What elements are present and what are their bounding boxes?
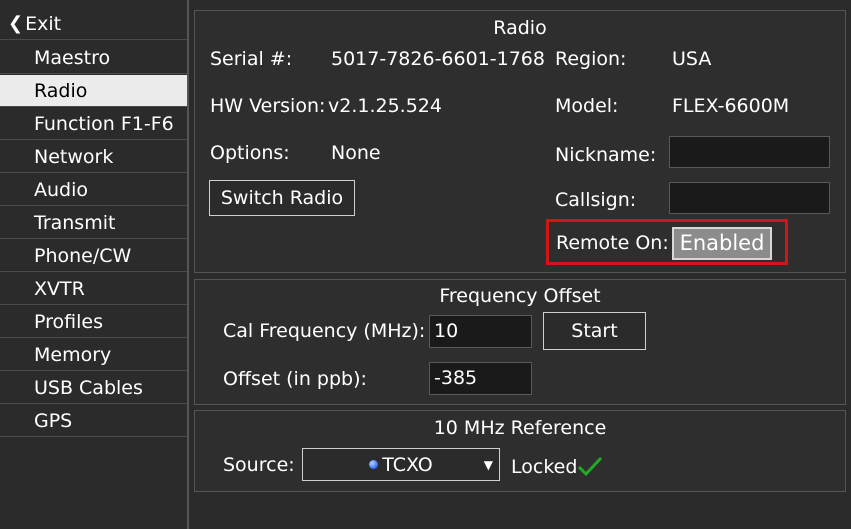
sidebar-item-xvtr[interactable]: XVTR [0,273,187,305]
hw-version-value: v2.1.25.524 [328,95,442,117]
settings-sidebar: ❮ Exit Maestro Radio Function F1-F6 Netw… [0,0,189,529]
remote-enabled-button[interactable]: Enabled [672,227,772,260]
dropdown-arrow-icon: ▼ [483,458,493,472]
radio-panel-title: Radio [493,17,547,39]
options-label: Options: [210,142,290,164]
serial-value: 5017-7826-6601-1768 [331,48,545,70]
cal-frequency-label: Cal Frequency (MHz): [223,320,426,342]
frequency-offset-title: Frequency Offset [439,285,601,307]
sidebar-item-maestro[interactable]: Maestro [0,42,187,74]
sidebar-item-audio[interactable]: Audio [0,174,187,206]
hw-version-label: HW Version: [210,95,326,117]
exit-label: Exit [25,12,62,35]
sidebar-item-profiles[interactable]: Profiles [0,306,187,338]
callsign-label: Callsign: [555,189,637,211]
callsign-field[interactable] [669,182,830,214]
chevron-left-icon: ❮ [8,13,24,34]
sidebar-item-phone-cw[interactable]: Phone/CW [0,240,187,272]
region-label: Region: [555,48,627,70]
nickname-field[interactable] [669,136,830,168]
locked-status: Locked [511,456,578,478]
reference-panel: 10 MHz Reference [194,410,846,492]
cal-frequency-field[interactable]: 10 [429,315,532,348]
serial-label: Serial #: [210,48,293,70]
remote-on-label: Remote On: [556,232,669,254]
offset-field: -385 [429,362,532,395]
sidebar-item-function[interactable]: Function F1-F6 [0,108,187,140]
options-value: None [331,142,381,164]
sidebar-item-transmit[interactable]: Transmit [0,207,187,239]
sidebar-item-usb-cables[interactable]: USB Cables [0,372,187,404]
sidebar-item-memory[interactable]: Memory [0,339,187,371]
sidebar-item-radio[interactable]: Radio [0,75,187,107]
reference-title: 10 MHz Reference [433,417,607,439]
status-dot-icon [369,460,379,469]
start-button[interactable]: Start [543,312,646,350]
sidebar-item-gps[interactable]: GPS [0,405,187,437]
model-label: Model: [555,95,619,117]
source-select[interactable]: TCXO ▼ [302,448,500,481]
region-value: USA [672,48,712,70]
model-value: FLEX-6600M [672,95,790,117]
source-value: TCXO [382,453,433,476]
sidebar-item-network[interactable]: Network [0,141,187,173]
nickname-label: Nickname: [555,144,657,166]
exit-button[interactable]: ❮ Exit [0,8,187,40]
source-label: Source: [223,454,295,476]
switch-radio-button[interactable]: Switch Radio [209,180,355,216]
offset-label: Offset (in ppb): [223,368,367,390]
checkmark-icon [577,456,603,477]
